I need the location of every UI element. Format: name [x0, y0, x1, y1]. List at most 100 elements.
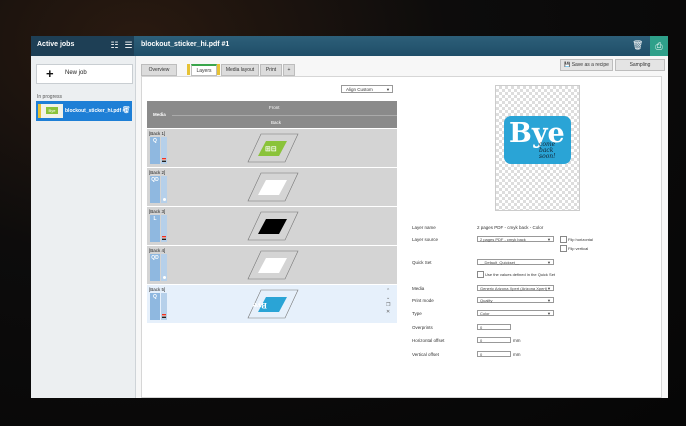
sidebar-title: Active jobs [37, 41, 75, 48]
media-card-secondary [161, 215, 167, 242]
dot-icon [163, 276, 166, 279]
tab-layers[interactable]: Layers [191, 64, 217, 76]
layer-row[interactable]: [Back 3] L [147, 207, 397, 246]
plus-icon: + [46, 66, 54, 81]
dot-icon [163, 198, 166, 201]
chevron-down-icon: ▼ [547, 237, 551, 242]
layer-thumbnail [247, 172, 299, 202]
horizontal-offset-label: Horizontal offset [412, 338, 445, 343]
tab-print[interactable]: Print [260, 64, 282, 76]
type-select[interactable]: Color ▼ [477, 310, 554, 316]
horizontal-offset-unit: mm [513, 338, 521, 343]
copy-icon[interactable]: ❐ [386, 302, 390, 309]
flip-horizontal-label: Flip horizontal [568, 237, 593, 242]
jobs-sidebar: + New job In progress Bye blockout_stick… [31, 56, 136, 398]
save-as-recipe-button[interactable]: 💾 Save as a recipe [560, 59, 613, 71]
layers-grid-header: Media Front Back [147, 101, 397, 128]
media-card: QD [150, 254, 160, 281]
quick-set-value: __Default_Quickset__ [480, 260, 520, 265]
print-mode-select[interactable]: Quality ▼ [477, 297, 554, 303]
layer-row[interactable]: [Back 2] QD [147, 168, 397, 207]
overprints-input[interactable]: 0 [477, 324, 511, 330]
layer-source-label: Layer source [412, 237, 439, 242]
layer-name-label: Layer name [412, 225, 436, 230]
print-button[interactable]: ⎙ [650, 36, 668, 56]
media-card-label: QD [151, 255, 159, 261]
media-card: Q [150, 293, 160, 320]
layer-row[interactable]: [Back 4] QD [147, 246, 397, 285]
main-panel: Overview Layers Media layout Print + 💾 S… [136, 56, 668, 398]
media-card-label: QD [151, 177, 159, 183]
type-label: Type [412, 311, 422, 316]
media-card: QD [150, 176, 160, 203]
overprints-label: Overprints [412, 325, 433, 330]
chevron-down-icon: ▼ [386, 87, 390, 92]
use-quickset-label: Use the values defined in the Quick Set [485, 272, 556, 277]
print-mode-label: Print mode [412, 298, 434, 303]
chevron-up-icon[interactable]: ⌃ [386, 288, 390, 295]
media-card-secondary [161, 137, 167, 164]
header-divider [172, 115, 397, 116]
tab-media-layout[interactable]: Media layout [221, 64, 259, 76]
media-label: Media [412, 286, 425, 291]
layer-row[interactable]: [Back 1] Q ⊞⊟ [147, 129, 397, 168]
job-thumbnail: Bye [38, 104, 63, 118]
align-select-value: Align Custom [346, 87, 373, 92]
media-card: Q [150, 137, 160, 164]
sticker-preview: Bye come back soon! [504, 116, 571, 164]
flag-icon [162, 314, 166, 318]
flag-icon [162, 236, 166, 240]
flip-horizontal-checkbox[interactable] [560, 236, 567, 243]
media-column-header: Media [153, 112, 166, 117]
job-item-label: blockout_sticker_hi.pdf #1 [65, 108, 129, 114]
chevron-down-icon: ▼ [547, 311, 551, 316]
layer-thumbnail: Bye [247, 289, 299, 319]
flip-vertical-checkbox[interactable] [560, 245, 567, 252]
job-title: blockout_sticker_hi.pdf #1 [141, 41, 230, 48]
tab-media-layout-marker [217, 64, 220, 75]
vertical-offset-label: Vertical offset [412, 352, 439, 357]
media-select[interactable]: Generic Arizona Xpert (Arizona Xpert) ▼ [477, 285, 554, 291]
close-icon[interactable]: ✕ [386, 309, 390, 316]
layer-name-value: 2 pages PDF - cmyk back - Color [477, 225, 544, 230]
layer-row-label: [Back 1] [149, 131, 166, 136]
chevron-down-icon: ▼ [547, 260, 551, 265]
vertical-offset-input[interactable]: 0 [477, 351, 511, 357]
media-card-secondary [161, 293, 167, 320]
top-bar: Active jobs ☷ ☰ blockout_sticker_hi.pdf … [31, 36, 668, 56]
save-as-recipe-label: Save as a recipe [571, 62, 609, 68]
vertical-offset-unit: mm [513, 352, 521, 357]
print-mode-value: Quality [480, 298, 493, 303]
use-quickset-checkbox[interactable] [477, 271, 484, 278]
add-tab-button[interactable]: + [283, 64, 295, 76]
type-value: Color [480, 311, 490, 316]
layer-preview: Bye come back soon! [495, 85, 580, 211]
horizontal-offset-input[interactable]: 0 [477, 337, 511, 343]
align-select[interactable]: Align Custom ▼ [341, 85, 393, 93]
media-card-secondary [161, 176, 167, 203]
list-view-icon[interactable]: ☷ [109, 40, 120, 51]
tab-overview[interactable]: Overview [141, 64, 177, 76]
app-screen: Active jobs ☷ ☰ blockout_sticker_hi.pdf … [31, 36, 668, 398]
flip-vertical-label: Flip vertical [568, 246, 589, 251]
menu-icon[interactable]: ☰ [123, 40, 134, 51]
layer-row-selected[interactable]: [Back 5] Q Bye ⌃ ⌄ ❐ ✕ [147, 285, 397, 324]
layer-row-label: [Back 3] [149, 209, 166, 214]
front-column-header: Front [269, 105, 280, 110]
chevron-down-icon: ▼ [547, 286, 551, 291]
sampling-button[interactable]: Sampling [615, 59, 665, 71]
layer-source-select[interactable]: 2 pages PDF - cmyk back ▼ [477, 236, 554, 242]
in-progress-heading: In progress [37, 94, 63, 100]
media-card-label: L [153, 216, 157, 222]
quick-set-select[interactable]: __Default_Quickset__ ▼ [477, 259, 554, 265]
layers-content: Align Custom ▼ Media Front Back [Back 1] … [141, 76, 662, 398]
media-card-label: Q [153, 138, 157, 144]
chevron-down-icon[interactable]: ⌄ [386, 295, 390, 302]
job-list-item[interactable]: Bye blockout_sticker_hi.pdf #1 🗑 [36, 101, 132, 121]
media-card-secondary [161, 254, 167, 281]
new-job-button[interactable]: + New job [36, 64, 133, 84]
trash-icon[interactable]: 🗑 [632, 40, 643, 51]
chevron-down-icon: ▼ [547, 298, 551, 303]
trash-icon[interactable]: 🗑 [122, 106, 131, 114]
layer-thumbnail [247, 211, 299, 241]
